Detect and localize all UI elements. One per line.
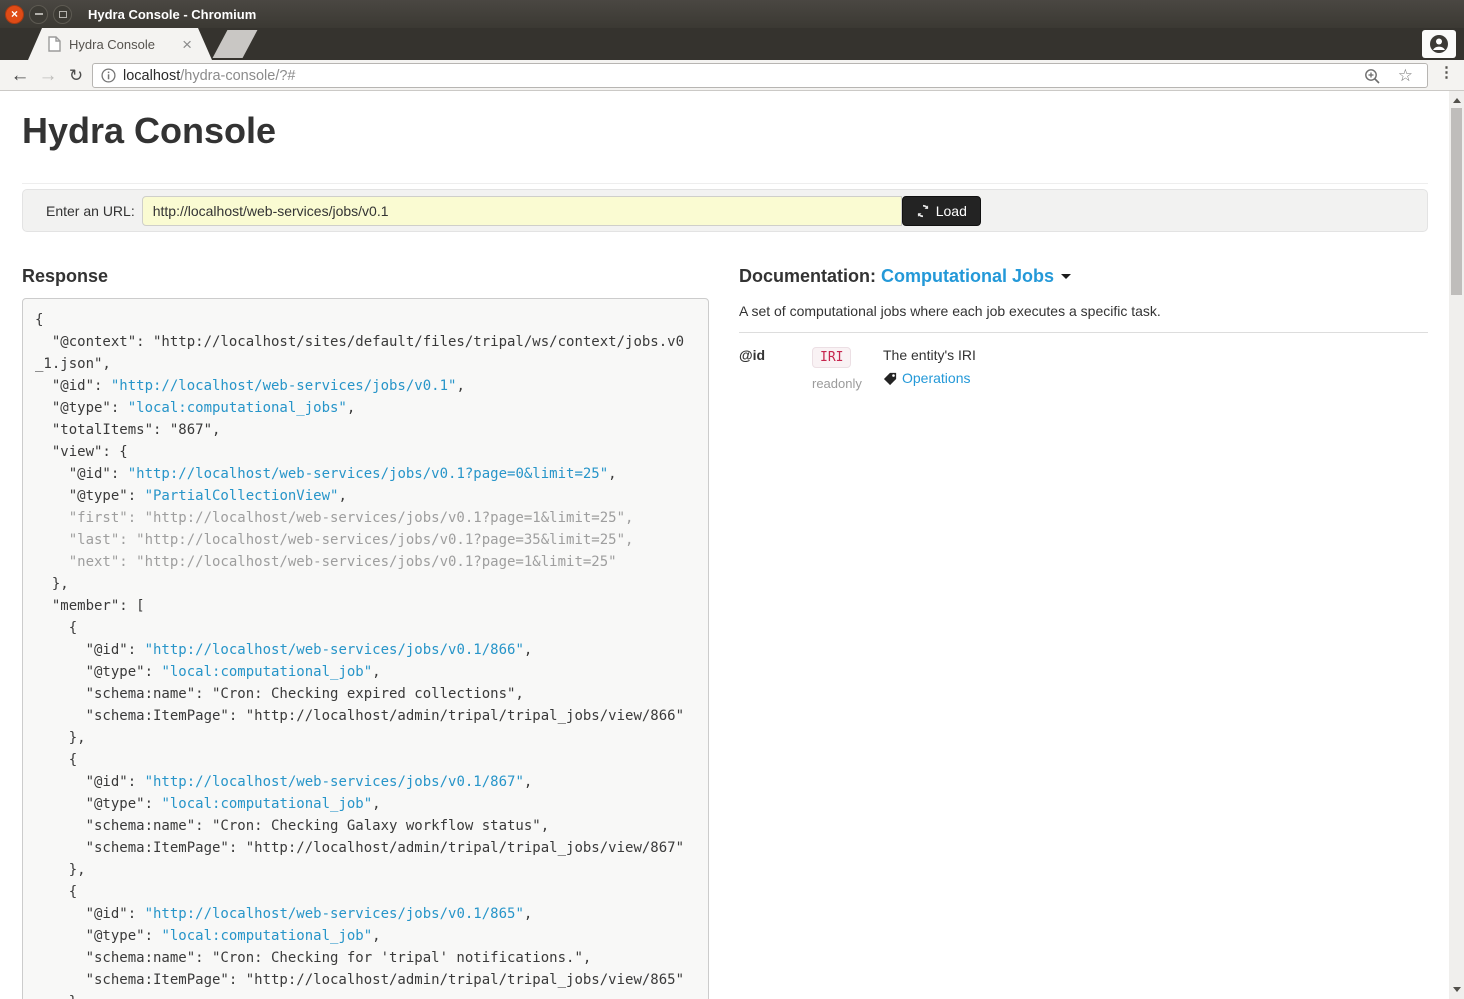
window-maximize-button[interactable] — [53, 5, 72, 24]
load-button[interactable]: Load — [902, 196, 981, 226]
url-form: Enter an URL: Load — [22, 189, 1428, 232]
tag-icon — [883, 371, 898, 386]
header-divider — [22, 183, 1428, 184]
property-description: The entity's IRI — [883, 347, 976, 363]
url-text[interactable]: localhost/hydra-console/?# — [123, 68, 296, 84]
avatar-icon — [1429, 34, 1449, 54]
property-row: @id IRI readonly The entity's IRI Operat… — [739, 347, 1428, 391]
documentation-label: Documentation: — [739, 266, 876, 286]
operations-row: Operations — [883, 370, 976, 386]
response-panel: Response { "@context": "http://localhost… — [22, 266, 709, 999]
documentation-class-link[interactable]: Computational Jobs — [881, 266, 1054, 286]
property-detail-cell: The entity's IRI Operations — [883, 347, 976, 386]
url-input-label: Enter an URL: — [46, 203, 135, 219]
tab-strip: Hydra Console × — [0, 28, 1464, 60]
property-type-cell: IRI readonly — [812, 347, 883, 391]
vertical-scrollbar[interactable] — [1449, 91, 1464, 999]
page-icon — [48, 36, 61, 52]
profile-avatar-button[interactable] — [1422, 30, 1456, 58]
readonly-label: readonly — [812, 376, 883, 391]
chevron-down-icon[interactable] — [1061, 274, 1071, 279]
property-name: @id — [739, 347, 812, 363]
documentation-panel: Documentation: Computational Jobs A set … — [739, 266, 1428, 999]
window-minimize-button[interactable] — [29, 5, 48, 24]
refresh-icon — [916, 204, 930, 218]
tab-close-icon[interactable]: × — [182, 36, 192, 53]
scrollbar-thumb[interactable] — [1451, 108, 1462, 295]
scroll-down-icon[interactable] — [1453, 987, 1461, 992]
browser-menu-icon[interactable]: ⋮ — [1439, 65, 1454, 82]
response-json[interactable]: { "@context": "http://localhost/sites/de… — [22, 298, 709, 999]
operations-link[interactable]: Operations — [902, 370, 970, 386]
type-badge: IRI — [812, 347, 851, 368]
address-bar[interactable]: localhost/hydra-console/?# ☆ — [92, 63, 1428, 88]
tab-title: Hydra Console — [69, 37, 182, 52]
url-path: /hydra-console/?# — [180, 68, 295, 84]
page-content: Hydra Console Enter an URL: Load Respons… — [0, 91, 1449, 999]
window-close-icon: × — [11, 8, 18, 20]
browser-toolbar: ← → ↻ localhost/hydra-console/?# ☆ ⋮ — [0, 60, 1464, 91]
window-titlebar: × Hydra Console - Chromium — [0, 0, 1464, 28]
page-title: Hydra Console — [22, 110, 1428, 152]
api-url-input[interactable] — [142, 196, 902, 226]
reload-button[interactable]: ↻ — [62, 67, 90, 84]
window-controls: × — [5, 5, 72, 24]
zoom-indicator-icon[interactable] — [1364, 68, 1381, 85]
window-minimize-icon — [35, 13, 43, 15]
url-host: localhost — [123, 68, 180, 84]
main-columns: Response { "@context": "http://localhost… — [22, 266, 1428, 999]
response-heading: Response — [22, 266, 709, 287]
window-title: Hydra Console - Chromium — [88, 7, 256, 22]
browser-tab[interactable]: Hydra Console × — [28, 28, 212, 60]
load-button-label: Load — [936, 203, 967, 219]
scroll-up-icon[interactable] — [1453, 98, 1461, 103]
documentation-header: Documentation: Computational Jobs — [739, 266, 1428, 287]
new-tab-button[interactable] — [213, 30, 258, 58]
back-button[interactable]: ← — [6, 66, 34, 85]
window-close-button[interactable]: × — [5, 5, 24, 24]
bookmark-star-icon[interactable]: ☆ — [1398, 66, 1413, 86]
documentation-description: A set of computational jobs where each j… — [739, 303, 1428, 319]
page-info-icon[interactable] — [101, 68, 116, 83]
forward-button[interactable]: → — [34, 66, 62, 85]
documentation-divider — [739, 332, 1428, 333]
window-maximize-icon — [59, 11, 67, 18]
